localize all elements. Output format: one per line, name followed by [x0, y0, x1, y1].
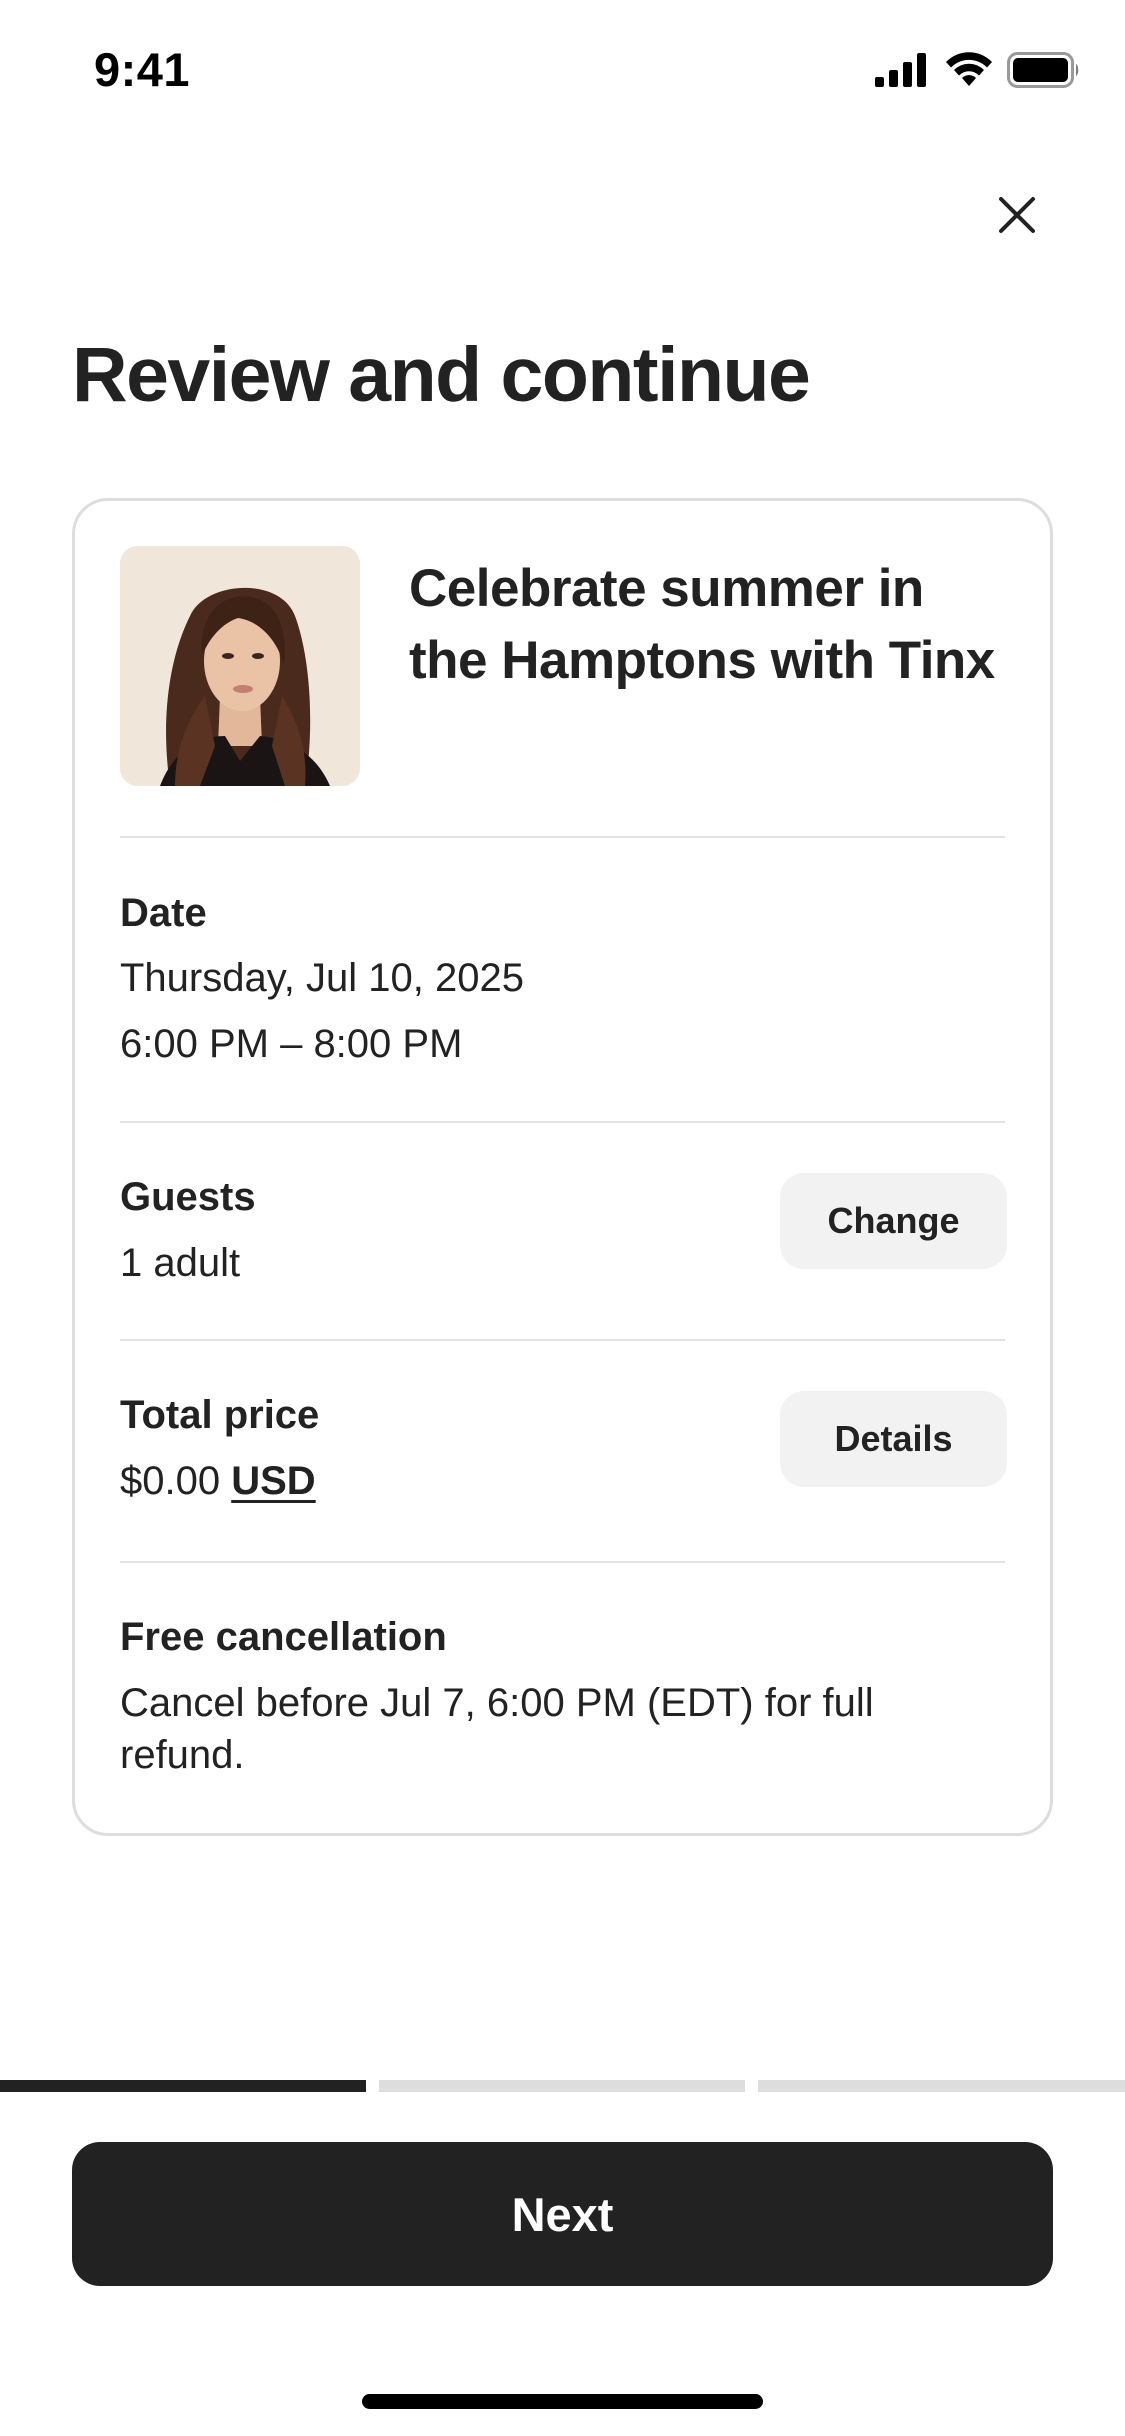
progress-step-2 — [379, 2080, 745, 2092]
total-price-label: Total price — [120, 1393, 320, 1437]
cancellation-text: Cancel before Jul 7, 6:00 PM (EDT) for f… — [120, 1681, 874, 1777]
cancellation-label: Free cancellation — [120, 1615, 447, 1659]
status-time: 9:41 — [94, 43, 191, 96]
experience-title: Celebrate summer in the Hamptons with Ti… — [409, 559, 995, 690]
divider — [120, 1339, 1005, 1341]
price-details-button[interactable]: Details — [780, 1391, 1007, 1487]
date-day: Thursday, Jul 10, 2025 — [120, 956, 524, 1000]
total-price-value: $0.00 USD — [120, 1455, 316, 1507]
price-amount: $0.00 — [120, 1459, 221, 1503]
divider — [120, 836, 1005, 838]
home-indicator — [362, 2394, 763, 2409]
cellular-signal-icon — [875, 53, 929, 87]
change-guests-button[interactable]: Change — [780, 1173, 1007, 1269]
guests-label: Guests — [120, 1175, 256, 1219]
divider — [120, 1121, 1005, 1123]
progress-step-1 — [0, 2080, 366, 2092]
status-icons — [875, 48, 1081, 92]
wifi-icon — [945, 52, 993, 88]
progress-step-3 — [758, 2080, 1125, 2092]
next-button[interactable]: Next — [72, 2142, 1053, 2286]
currency-link[interactable]: USD — [231, 1459, 315, 1503]
battery-icon — [1007, 52, 1081, 88]
close-button[interactable] — [982, 182, 1052, 252]
date-time-range: 6:00 PM – 8:00 PM — [120, 1022, 463, 1066]
close-icon — [997, 195, 1037, 240]
date-label: Date — [120, 891, 207, 935]
divider — [120, 1561, 1005, 1563]
step-progress — [0, 2080, 1125, 2092]
experience-photo[interactable] — [120, 546, 360, 786]
guests-value: 1 adult — [120, 1241, 241, 1285]
page-title: Review and continue — [72, 332, 811, 418]
status-bar: 9:41 — [0, 0, 1125, 140]
review-card: Celebrate summer in the Hamptons with Ti… — [72, 498, 1053, 1836]
